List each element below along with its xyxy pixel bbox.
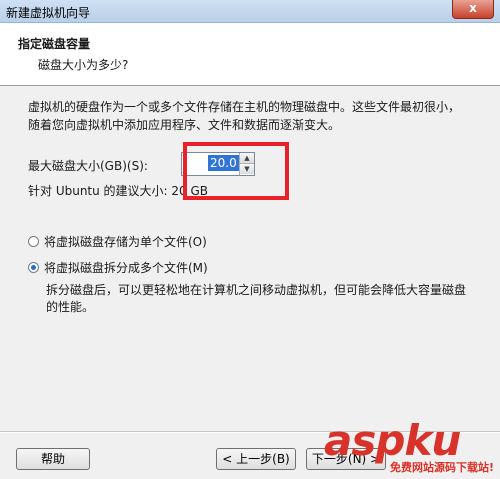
back-button[interactable]: < 上一步(B) <box>216 448 296 470</box>
page-subtitle: 磁盘大小为多少? <box>38 58 129 72</box>
disk-size-label: 最大磁盘大小(GB)(S): <box>28 159 148 173</box>
highlight-box <box>183 142 289 200</box>
close-button[interactable]: x <box>452 0 494 19</box>
radio-selected-icon[interactable] <box>28 262 39 273</box>
watermark-tagline: 免费网站源码下载站! <box>390 461 495 474</box>
split-note: 拆分磁盘后，可以更轻松地在计算机之间移动虚拟机，但可能会降低大容量磁盘的性能。 <box>46 283 467 314</box>
window-title: 新建虚拟机向导 <box>6 6 91 20</box>
title-bar: 新建虚拟机向导 x <box>0 0 500 23</box>
page-title: 指定磁盘容量 <box>18 37 91 51</box>
radio-split-files-label[interactable]: 将虚拟磁盘拆分成多个文件(M) <box>44 259 208 276</box>
help-button[interactable]: 帮助 <box>16 448 90 470</box>
recommended-size: 针对 Ubuntu 的建议大小: 20 GB <box>28 184 209 198</box>
radio-single-file-label[interactable]: 将虚拟磁盘存储为单个文件(O) <box>44 233 207 250</box>
radio-icon[interactable] <box>28 236 39 247</box>
radio-single-file[interactable]: 将虚拟磁盘存储为单个文件(O) <box>28 233 207 250</box>
description-text: 虚拟机的硬盘作为一个或多个文件存储在主机的物理磁盘中。这些文件最初很小，随着您向… <box>28 100 461 132</box>
watermark-logo: aspku <box>324 416 461 465</box>
wizard-header: 指定磁盘容量 磁盘大小为多少? <box>0 23 500 86</box>
radio-split-files[interactable]: 将虚拟磁盘拆分成多个文件(M) <box>28 259 208 276</box>
